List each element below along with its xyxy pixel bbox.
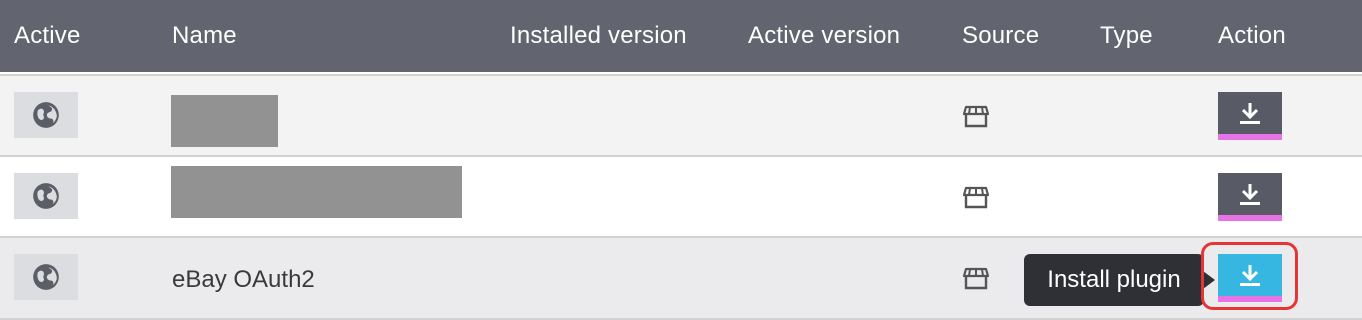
active-toggle[interactable] [14, 173, 78, 219]
install-plugin-tooltip: Install plugin [1024, 254, 1204, 306]
active-toggle[interactable] [14, 92, 78, 138]
column-header-source[interactable]: Source [962, 22, 1039, 50]
globe-icon [33, 102, 59, 128]
tooltip-text: Install plugin [1047, 266, 1181, 293]
column-header-active[interactable]: Active [14, 22, 81, 50]
download-icon [1240, 184, 1260, 205]
table-row [0, 74, 1362, 156]
redacted-plugin-name [171, 95, 278, 147]
store-icon [963, 186, 989, 209]
globe-icon [33, 264, 59, 290]
install-plugin-button[interactable] [1218, 254, 1282, 302]
globe-icon [33, 183, 59, 209]
redacted-plugin-name [171, 166, 462, 218]
download-button[interactable] [1218, 92, 1282, 140]
column-header-active-version[interactable]: Active version [748, 22, 900, 50]
store-icon [963, 105, 989, 128]
download-icon [1240, 103, 1260, 124]
column-header-installed-version[interactable]: Installed version [510, 22, 687, 50]
download-icon [1240, 265, 1260, 286]
table-row [0, 155, 1362, 237]
table-header: Active Name Installed version Active ver… [0, 0, 1362, 72]
column-header-action[interactable]: Action [1218, 22, 1286, 50]
table-row: eBay OAuth2 Install plugin [0, 236, 1362, 320]
download-button[interactable] [1218, 173, 1282, 221]
column-header-name[interactable]: Name [172, 22, 237, 50]
column-header-type[interactable]: Type [1100, 22, 1153, 50]
store-icon [963, 267, 989, 290]
active-toggle[interactable] [14, 254, 78, 300]
plugin-name: eBay OAuth2 [172, 266, 315, 293]
